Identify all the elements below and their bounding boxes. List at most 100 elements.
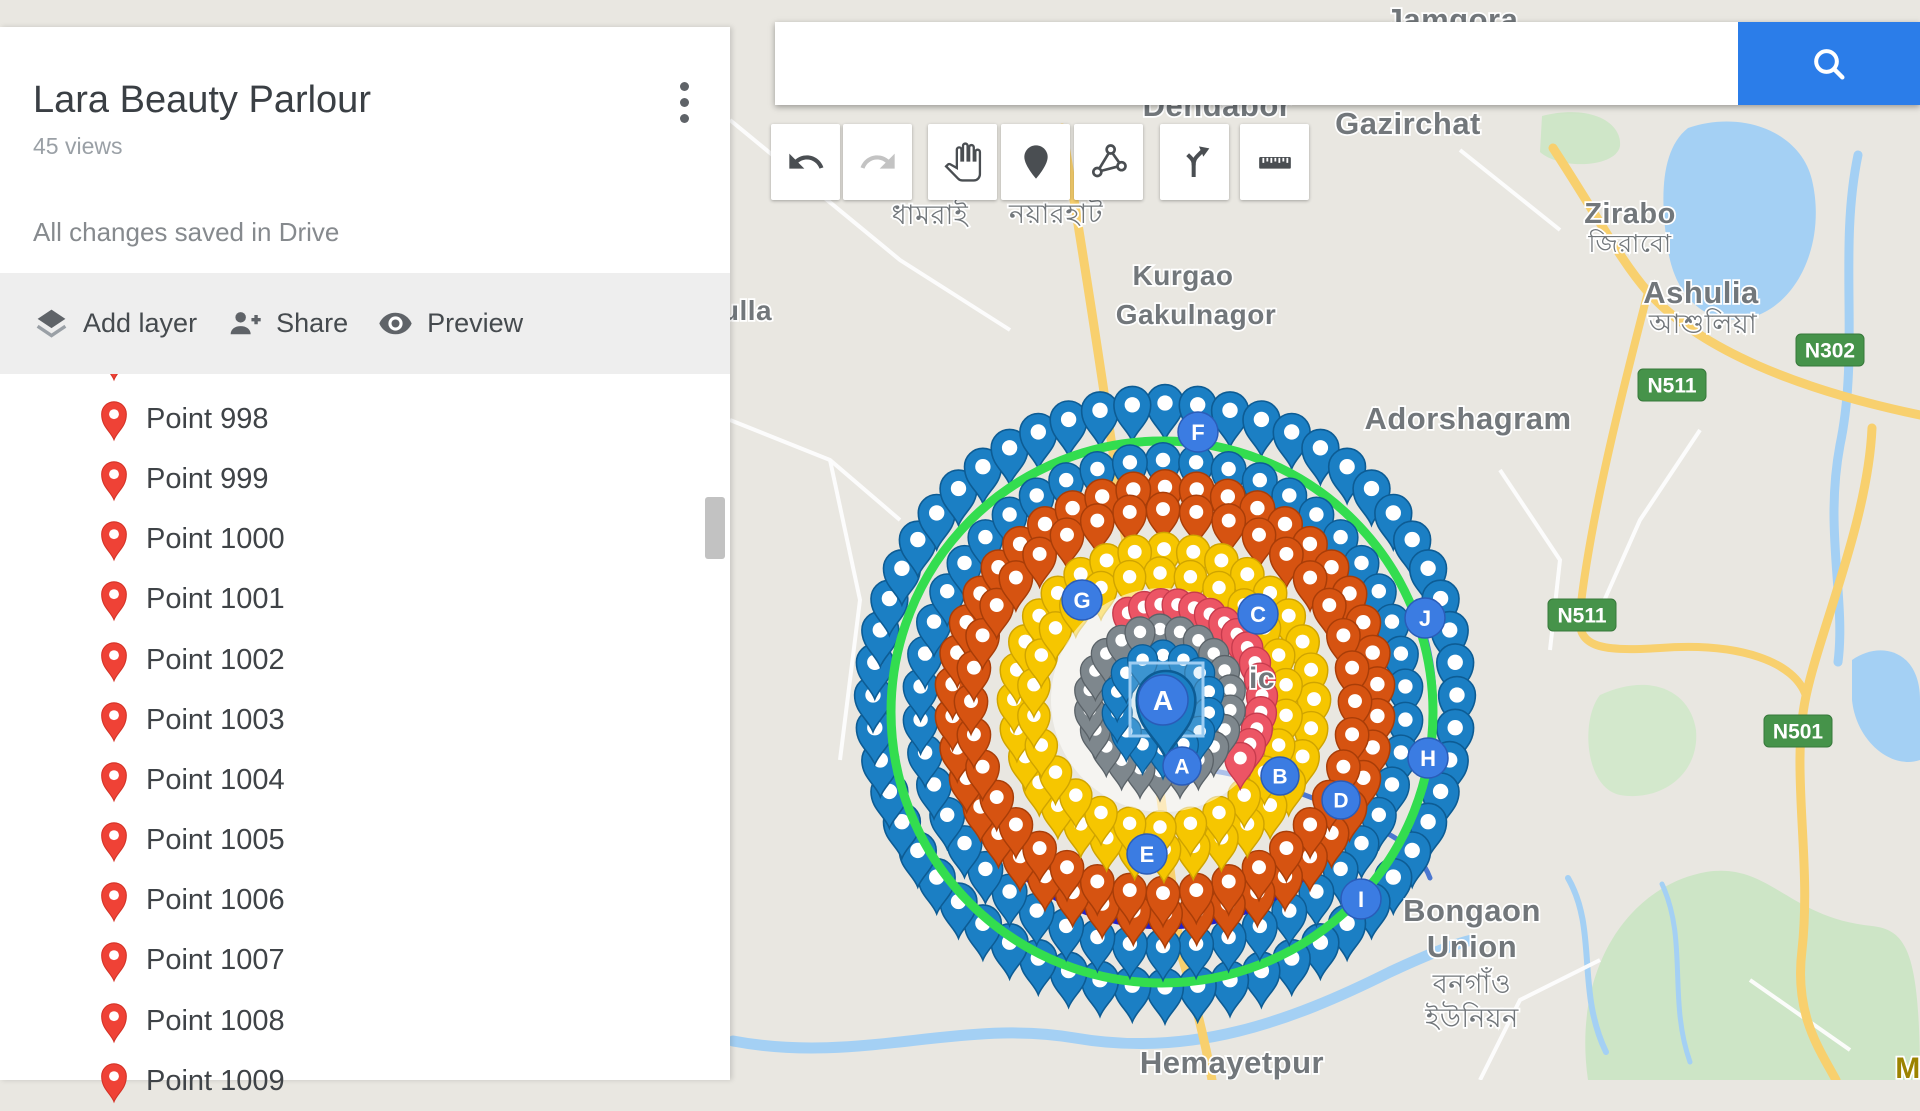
list-item[interactable]: Point 1004 <box>0 750 730 810</box>
svg-text:N511: N511 <box>1647 374 1696 397</box>
map-marker-F[interactable]: F <box>1178 412 1218 452</box>
undo-button[interactable] <box>771 124 840 200</box>
list-item[interactable]: Point 1009 <box>0 1051 730 1111</box>
preview-label: Preview <box>427 308 523 339</box>
pan-button[interactable] <box>928 124 997 200</box>
panel-toolbar: Add layer Share Preview <box>0 273 730 374</box>
svg-text:H: H <box>1420 746 1436 771</box>
share-button[interactable]: Share <box>226 305 348 342</box>
svg-text:B: B <box>1272 766 1287 789</box>
map-marker-A[interactable]: A <box>1138 675 1188 725</box>
measure-icon <box>1255 142 1295 182</box>
search-input[interactable] <box>775 22 1738 105</box>
map-label: আশুলিয়া <box>1648 308 1758 339</box>
measure-button[interactable] <box>1240 124 1309 200</box>
point-label: Point 1002 <box>146 644 285 677</box>
road-badge: N511 <box>1638 369 1706 401</box>
point-label: Point 1005 <box>146 824 285 857</box>
point-label: Point 1001 <box>146 583 285 616</box>
map-marker-D[interactable]: D <box>1322 781 1360 819</box>
svg-text:N511: N511 <box>1557 604 1606 627</box>
svg-text:E: E <box>1140 842 1155 867</box>
map-marker-C[interactable]: C <box>1238 594 1278 634</box>
point-label: Point 1000 <box>146 523 285 556</box>
draw-line-icon <box>1089 142 1129 182</box>
point-pin-icon <box>99 517 129 562</box>
map-marker-J[interactable]: J <box>1405 598 1445 638</box>
list-item[interactable]: Point 1006 <box>0 871 730 931</box>
save-status: All changes saved in Drive <box>33 217 339 248</box>
list-item[interactable]: Point 1007 <box>0 931 730 991</box>
point-label: Point 1009 <box>146 1065 285 1098</box>
kebab-menu-icon <box>680 98 689 107</box>
road-badge: N501 <box>1764 715 1832 747</box>
add-marker-button[interactable] <box>1001 124 1070 200</box>
map-label: Zirabo <box>1584 198 1676 230</box>
list-item[interactable]: Point 1005 <box>0 811 730 871</box>
list-item[interactable]: Point 1002 <box>0 630 730 690</box>
point-label: Point 998 <box>146 403 269 436</box>
list-item[interactable]: Point 999 <box>0 449 730 509</box>
kebab-menu-icon <box>680 114 689 123</box>
point-pin-icon <box>99 638 129 683</box>
point-pin-icon <box>99 818 129 863</box>
map-title[interactable]: Lara Beauty Parlour <box>33 79 371 122</box>
list-item[interactable]: Point 998 <box>0 389 730 449</box>
point-label: Point 1008 <box>146 1005 285 1038</box>
map-label: Hemayetpur <box>1140 1045 1324 1080</box>
redo-button[interactable] <box>843 124 912 200</box>
list-item[interactable]: Point 1003 <box>0 690 730 750</box>
point-pin-icon <box>99 938 129 983</box>
points-list: Point 997 Point 998 Point 999 Point 1000… <box>0 329 730 1111</box>
share-label: Share <box>276 308 348 339</box>
point-pin-icon <box>99 397 129 442</box>
kebab-menu-button[interactable] <box>660 69 708 135</box>
list-item[interactable]: Point 1001 <box>0 570 730 630</box>
point-pin-icon <box>99 457 129 502</box>
map-marker-H[interactable]: H <box>1408 738 1448 778</box>
search-bar <box>775 22 1920 105</box>
undo-icon <box>786 142 826 182</box>
point-label: Point 999 <box>146 463 269 496</box>
add-layer-button[interactable]: Add layer <box>33 305 197 342</box>
svg-text:D: D <box>1333 790 1348 813</box>
svg-text:J: J <box>1419 606 1431 631</box>
map-label: ic <box>1249 662 1275 695</box>
map-label: জিরাবো <box>1587 229 1671 258</box>
draw-line-button[interactable] <box>1074 124 1143 200</box>
kebab-menu-icon <box>680 82 689 91</box>
svg-text:C: C <box>1250 602 1266 627</box>
road-badge: N511 <box>1548 599 1616 631</box>
map-toolbar <box>771 124 1309 200</box>
svg-text:A: A <box>1174 756 1189 779</box>
map-label: Gazirchat <box>1335 106 1481 141</box>
point-pin-icon <box>99 698 129 743</box>
pan-icon <box>943 142 983 182</box>
preview-button[interactable]: Preview <box>377 305 523 342</box>
map-label: ইউনিয়ন <box>1424 1001 1519 1033</box>
map-marker-G[interactable]: G <box>1062 580 1102 620</box>
svg-text:A: A <box>1153 685 1173 716</box>
list-item[interactable]: Point 1008 <box>0 991 730 1051</box>
search-button[interactable] <box>1738 22 1920 105</box>
map-marker-E[interactable]: E <box>1127 834 1167 874</box>
map-marker-A[interactable]: A <box>1163 747 1201 785</box>
directions-icon <box>1175 142 1215 182</box>
scrollbar-thumb[interactable] <box>705 497 725 559</box>
road-badge: N302 <box>1796 334 1864 366</box>
map-marker-I[interactable]: I <box>1341 879 1381 919</box>
map-marker-B[interactable]: B <box>1261 757 1299 795</box>
map-label: Kurgao <box>1133 260 1234 291</box>
directions-button[interactable] <box>1160 124 1229 200</box>
map-label: Ashulia <box>1643 275 1759 310</box>
map-label: Union <box>1427 929 1517 964</box>
point-label: Point 1004 <box>146 764 285 797</box>
point-pin-icon <box>99 1059 129 1104</box>
map-label: M <box>1895 1052 1920 1080</box>
point-label: Point 1006 <box>146 884 285 917</box>
list-item[interactable]: Point 1000 <box>0 510 730 570</box>
add-layer-label: Add layer <box>83 308 197 339</box>
svg-text:N501: N501 <box>1773 720 1824 743</box>
layers-icon <box>33 305 70 342</box>
point-pin-icon <box>99 758 129 803</box>
